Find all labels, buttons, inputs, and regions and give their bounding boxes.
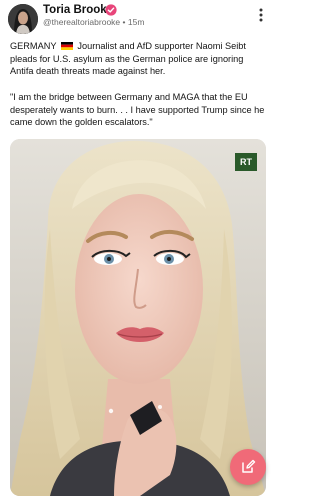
post-text-paragraph-2: "I am the bridge between Germany and MAG… [10, 92, 265, 128]
video-frame [10, 139, 266, 496]
more-vertical-icon[interactable] [254, 6, 268, 24]
pencil-edit-icon [242, 459, 256, 473]
author-name[interactable]: Toria Brooke [43, 3, 113, 17]
meta-separator: • [120, 17, 128, 27]
post-header: Toria Brooke @therealtoriabrooke • 15m [0, 0, 276, 36]
compose-button[interactable] [230, 449, 266, 485]
verified-badge-icon [105, 4, 117, 16]
post-text-paragraph-1: GERMANY Journalist and AfD supporter Nao… [10, 40, 268, 78]
author-handle[interactable]: @therealtoriabrooke [43, 17, 120, 27]
germany-flag-icon [60, 42, 73, 50]
post-time: 15m [127, 17, 145, 27]
rt-watermark: RT [235, 153, 257, 171]
post-video[interactable]: RT [10, 139, 266, 496]
author-avatar[interactable] [8, 4, 38, 34]
author-meta: @therealtoriabrooke • 15m [43, 17, 144, 28]
post-text-lead: GERMANY [10, 41, 57, 51]
